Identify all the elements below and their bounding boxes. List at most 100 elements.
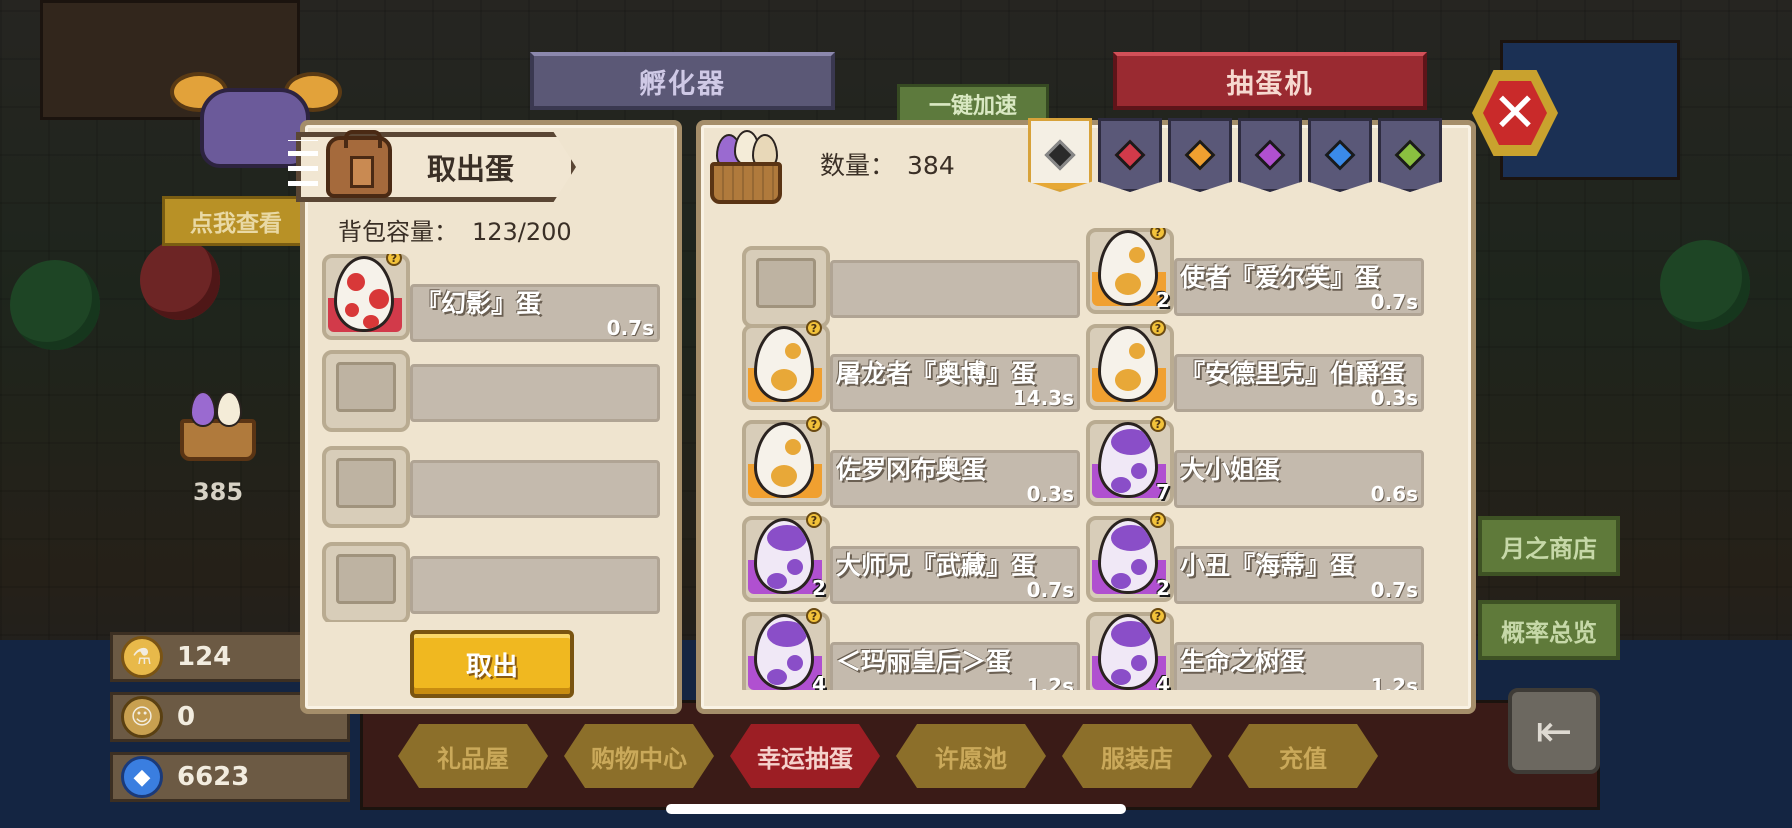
list-item[interactable]: ? 2 使者『爱尔芙』蛋 0.7s bbox=[1086, 228, 1426, 316]
black-gem-icon bbox=[1044, 139, 1076, 171]
empty-slot-bar bbox=[410, 364, 660, 422]
basket-count: 385 bbox=[192, 478, 244, 506]
potion-icon: ⚗ bbox=[121, 636, 163, 678]
egg-hatch-time: 1.2s bbox=[1026, 674, 1074, 690]
egg-name: 生命之树蛋 bbox=[1180, 647, 1306, 676]
list-item[interactable]: ? 4 ＜玛丽皇后＞蛋 1.2s bbox=[742, 608, 1082, 690]
info-icon[interactable]: ? bbox=[1150, 320, 1166, 336]
egg-name: 小丑『海蒂』蛋 bbox=[1180, 551, 1356, 580]
speedup-button[interactable]: 一键加速 bbox=[897, 84, 1049, 124]
egg-count: 2 bbox=[812, 576, 826, 600]
empty-slot-bar bbox=[830, 260, 1080, 318]
notebook-rings bbox=[288, 140, 318, 196]
egg-count: 4 bbox=[1156, 672, 1170, 690]
egg-name: 『幻影』蛋 bbox=[416, 289, 542, 318]
capacity-label: 背包容量： bbox=[338, 218, 458, 246]
currency-value: 0 bbox=[177, 702, 196, 732]
egg-hatch-time: 0.3s bbox=[1026, 482, 1074, 506]
list-item[interactable]: ? 2 小丑『海蒂』蛋 0.7s bbox=[1086, 512, 1426, 604]
blue-gem-icon bbox=[1324, 139, 1356, 171]
egg-count: 7 bbox=[1156, 480, 1170, 504]
info-icon[interactable]: ? bbox=[1150, 512, 1166, 528]
quantity-value: 384 bbox=[907, 151, 955, 180]
egg-hatch-time: 0.7s bbox=[1370, 578, 1418, 602]
filter-tab-green[interactable] bbox=[1378, 118, 1442, 192]
empty-slot-frame bbox=[322, 446, 410, 528]
egg-name: 佐罗冈布奥蛋 bbox=[836, 455, 987, 484]
empty-slot[interactable] bbox=[322, 350, 662, 432]
empty-slot-bar bbox=[410, 556, 660, 614]
currency-diamond: ◆ 6623 bbox=[110, 752, 350, 802]
egg-quantity: 数量： 384 bbox=[820, 146, 955, 182]
egg-hatch-time: 1.2s bbox=[1370, 674, 1418, 690]
nav-recharge[interactable]: 充值 bbox=[1228, 724, 1378, 788]
egg-basket-icon bbox=[710, 128, 782, 206]
list-item[interactable]: ? 佐罗冈布奥蛋 0.3s bbox=[742, 416, 1082, 508]
empty-slot-frame bbox=[742, 246, 830, 328]
nav-clothing-store[interactable]: 服装店 bbox=[1062, 724, 1212, 788]
rarity-filter-tabs bbox=[1028, 118, 1442, 192]
red-gem-icon bbox=[1114, 139, 1146, 171]
home-indicator[interactable] bbox=[666, 804, 1126, 814]
info-icon[interactable]: ? bbox=[1150, 416, 1166, 432]
info-icon[interactable]: ? bbox=[806, 320, 822, 336]
egg-inventory-grid[interactable]: ? 2 使者『爱尔芙』蛋 0.7s ? 屠龙者『奥博』蛋 14.3s ? 『安德… bbox=[742, 228, 1432, 690]
egg-hatch-time: 0.3s bbox=[1370, 386, 1418, 410]
empty-slot-bar bbox=[410, 460, 660, 518]
view-button[interactable]: 点我查看 bbox=[162, 196, 310, 246]
moon-shop-button[interactable]: 月之商店 bbox=[1478, 516, 1620, 576]
filter-tab-orange[interactable] bbox=[1168, 118, 1232, 192]
egg-count: 2 bbox=[1156, 576, 1170, 600]
egg-name: ＜玛丽皇后＞蛋 bbox=[836, 647, 1012, 676]
empty-slot[interactable] bbox=[742, 246, 1082, 328]
takeout-button[interactable]: 取出 bbox=[410, 630, 574, 698]
list-item[interactable]: ? 『安德里克』伯爵蛋 0.3s bbox=[1086, 320, 1426, 412]
bag-capacity: 背包容量： 123/200 bbox=[338, 212, 572, 247]
orange-gem-icon bbox=[1184, 139, 1216, 171]
list-item[interactable]: ? 2 大师兄『武藏』蛋 0.7s bbox=[742, 512, 1082, 604]
nav-shopping-center[interactable]: 购物中心 bbox=[564, 724, 714, 788]
close-icon: ✕ bbox=[1483, 81, 1547, 145]
list-item[interactable]: ? 屠龙者『奥博』蛋 14.3s bbox=[742, 320, 1082, 412]
egg-name: 『安德里克』伯爵蛋 bbox=[1180, 359, 1406, 388]
empty-slot-frame bbox=[322, 542, 410, 622]
empty-slot[interactable] bbox=[322, 542, 662, 622]
list-item[interactable]: ? 7 大小姐蛋 0.6s bbox=[1086, 416, 1426, 508]
list-item[interactable]: ? 『幻影』蛋 0.7s bbox=[322, 254, 662, 342]
egg-count: 2 bbox=[1156, 288, 1170, 312]
egg-hatch-time: 0.7s bbox=[1370, 290, 1418, 314]
nav-wishing-pool[interactable]: 许愿池 bbox=[896, 724, 1046, 788]
list-item[interactable]: ? 4 生命之树蛋 1.2s bbox=[1086, 608, 1426, 690]
exit-button[interactable]: ⇤ bbox=[1508, 688, 1600, 774]
currency-value: 6623 bbox=[177, 762, 250, 792]
egg-name: 屠龙者『奥博』蛋 bbox=[836, 359, 1037, 388]
filter-tab-red[interactable] bbox=[1098, 118, 1162, 192]
tab-incubator[interactable]: 孵化器 bbox=[530, 52, 835, 110]
face-token-icon: ☺ bbox=[121, 696, 163, 738]
diamond-icon: ◆ bbox=[121, 756, 163, 798]
egg-name: 大师兄『武藏』蛋 bbox=[836, 551, 1037, 580]
filter-tab-all[interactable] bbox=[1028, 118, 1092, 192]
probability-overview-button[interactable]: 概率总览 bbox=[1478, 600, 1620, 660]
info-icon[interactable]: ? bbox=[806, 416, 822, 432]
nav-lucky-egg[interactable]: 幸运抽蛋 bbox=[730, 724, 880, 788]
info-icon[interactable]: ? bbox=[806, 608, 822, 624]
empty-slot-frame bbox=[322, 350, 410, 432]
green-gem-icon bbox=[1394, 139, 1426, 171]
bag-egg-list[interactable]: ? 『幻影』蛋 0.7s bbox=[322, 254, 662, 622]
currency-value: 124 bbox=[177, 642, 232, 672]
tab-gacha[interactable]: 抽蛋机 bbox=[1113, 52, 1427, 110]
egg-basket-icon[interactable] bbox=[180, 385, 256, 461]
bottom-nav: 礼品屋 购物中心 幸运抽蛋 许愿池 服装店 充值 bbox=[398, 724, 1378, 788]
info-icon[interactable]: ? bbox=[1150, 608, 1166, 624]
nav-gift-house[interactable]: 礼品屋 bbox=[398, 724, 548, 788]
filter-tab-purple[interactable] bbox=[1238, 118, 1302, 192]
capacity-value: 123/200 bbox=[472, 218, 572, 246]
filter-tab-blue[interactable] bbox=[1308, 118, 1372, 192]
info-icon[interactable]: ? bbox=[806, 512, 822, 528]
egg-name: 使者『爱尔芙』蛋 bbox=[1180, 263, 1381, 292]
empty-slot[interactable] bbox=[322, 446, 662, 528]
exit-door-icon: ⇤ bbox=[1535, 705, 1573, 757]
egg-hatch-time: 0.6s bbox=[1370, 482, 1418, 506]
backpack-icon bbox=[326, 130, 392, 198]
